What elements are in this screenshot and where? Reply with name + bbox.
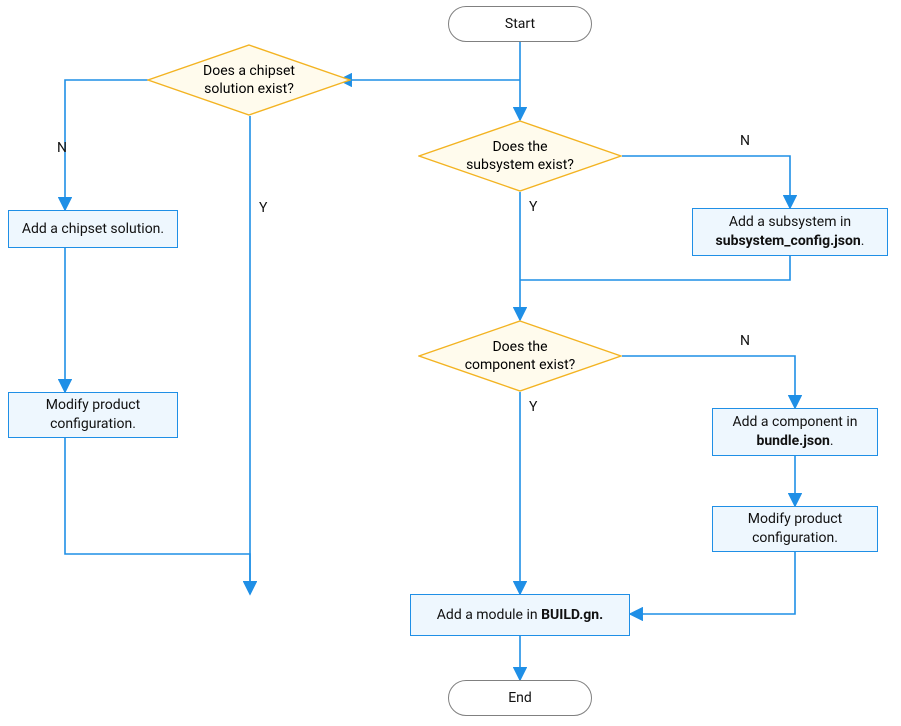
decision-subsystem-text: Does the subsystem exist?: [418, 120, 622, 192]
process-add-subsystem: Add a subsystem in subsystem_config.json…: [692, 208, 888, 256]
decision-chipset-text: Does a chipset solution exist?: [147, 44, 351, 116]
process-add-module-text: Add a module in BUILD.gn.: [437, 606, 603, 625]
start-label: Start: [505, 15, 535, 34]
process-modify-product-left: Modify product configuration.: [8, 392, 178, 438]
process-add-module: Add a module in BUILD.gn.: [410, 594, 630, 636]
label-chipset-n: N: [57, 140, 67, 156]
decision-subsystem-exist: Does the subsystem exist?: [418, 120, 622, 192]
label-component-y: Y: [529, 399, 537, 415]
end-terminator: End: [448, 680, 592, 716]
process-modify-product-left-text: Modify product configuration.: [46, 396, 140, 434]
process-add-chipset: Add a chipset solution.: [8, 210, 178, 248]
end-label: End: [508, 689, 532, 708]
decision-component-exist: Does the component exist?: [418, 320, 622, 392]
process-add-component: Add a component in bundle.json.: [712, 408, 878, 456]
process-add-chipset-text: Add a chipset solution.: [22, 220, 164, 239]
decision-chipset-exist: Does a chipset solution exist?: [147, 44, 351, 116]
flowchart-canvas: Start Does a chipset solution exist? Doe…: [0, 0, 901, 726]
label-component-n: N: [740, 333, 750, 349]
process-add-subsystem-text: Add a subsystem in subsystem_config.json…: [716, 213, 865, 251]
decision-component-text: Does the component exist?: [418, 320, 622, 392]
process-modify-product-right: Modify product configuration.: [712, 506, 878, 552]
label-subsystem-n: N: [740, 133, 750, 149]
label-chipset-y: Y: [259, 200, 267, 216]
process-modify-product-right-text: Modify product configuration.: [748, 510, 842, 548]
label-subsystem-y: Y: [529, 199, 537, 215]
process-add-component-text: Add a component in bundle.json.: [733, 413, 858, 451]
start-terminator: Start: [448, 6, 592, 42]
